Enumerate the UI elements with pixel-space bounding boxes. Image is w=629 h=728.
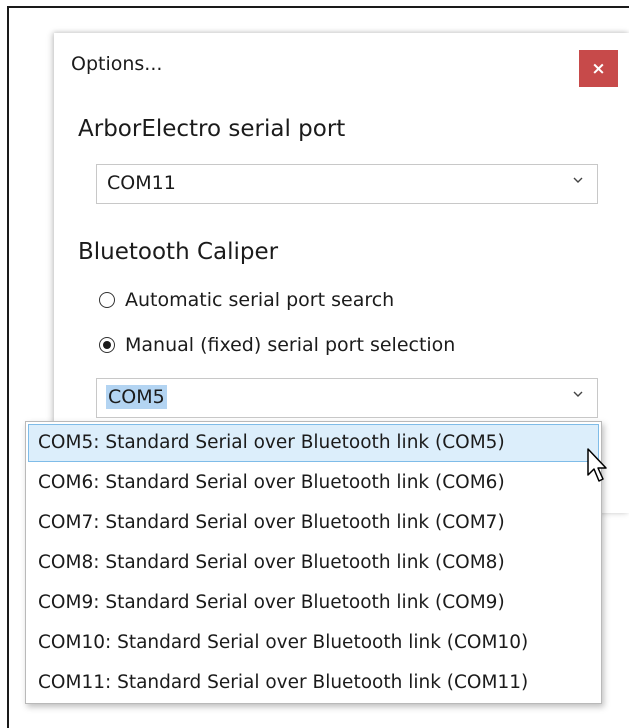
dropdown-item-com7[interactable]: COM7: Standard Serial over Bluetooth lin… [28, 504, 599, 542]
dropdown-item-com9[interactable]: COM9: Standard Serial over Bluetooth lin… [28, 584, 599, 622]
dialog-title: Options... [71, 53, 163, 75]
dropdown-item-com10[interactable]: COM10: Standard Serial over Bluetooth li… [28, 624, 599, 662]
caliper-group-title: Bluetooth Caliper [78, 239, 279, 265]
radio-manual-selection[interactable]: Manual (fixed) serial port selection [99, 334, 455, 356]
radio-button-unchecked[interactable] [99, 292, 115, 308]
dropdown-item-com8[interactable]: COM8: Standard Serial over Bluetooth lin… [28, 544, 599, 582]
dropdown-item-com11[interactable]: COM11: Standard Serial over Bluetooth li… [28, 664, 599, 702]
arbor-port-value: COM11 [107, 172, 176, 194]
chevron-down-icon [573, 391, 583, 397]
dropdown-item-com6[interactable]: COM6: Standard Serial over Bluetooth lin… [28, 464, 599, 502]
arbor-port-combobox[interactable]: COM11 [96, 164, 598, 204]
caliper-port-value: COM5 [106, 385, 167, 409]
port-dropdown-list: COM5: Standard Serial over Bluetooth lin… [25, 421, 602, 704]
radio-manual-label: Manual (fixed) serial port selection [125, 334, 456, 356]
radio-dot [103, 341, 111, 349]
radio-button-checked[interactable] [99, 337, 115, 353]
arbor-group-title: ArborElectro serial port [78, 116, 346, 142]
close-button[interactable]: × [579, 50, 618, 87]
caliper-port-combobox[interactable]: COM5 [96, 378, 598, 418]
dropdown-item-com5[interactable]: COM5: Standard Serial over Bluetooth lin… [28, 424, 599, 462]
chevron-down-icon [573, 177, 583, 183]
radio-automatic-label: Automatic serial port search [125, 289, 395, 311]
radio-automatic-search[interactable]: Automatic serial port search [99, 289, 394, 311]
mouse-pointer-icon [587, 448, 607, 482]
